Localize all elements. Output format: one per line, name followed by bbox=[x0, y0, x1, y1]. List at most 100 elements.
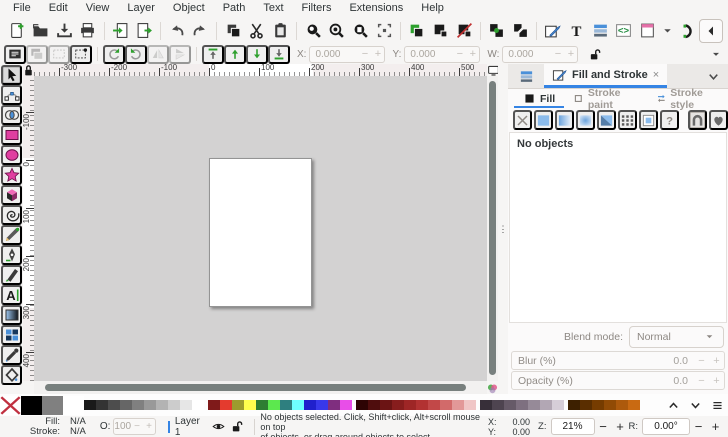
palette-swatch[interactable] bbox=[192, 400, 204, 410]
paint-mesh-button[interactable] bbox=[618, 110, 637, 130]
palette-swatch[interactable] bbox=[156, 400, 168, 410]
export-button[interactable] bbox=[132, 19, 156, 43]
vertical-scrollbar-thumb[interactable] bbox=[489, 81, 496, 375]
zoom-input[interactable]: 21% bbox=[551, 418, 595, 435]
pct-increment[interactable]: + bbox=[709, 375, 724, 387]
calligraphy-tool-button[interactable] bbox=[1, 265, 22, 285]
text-dialog-button[interactable]: T bbox=[565, 19, 589, 43]
save-document-button[interactable] bbox=[52, 19, 76, 43]
palette-swatch[interactable] bbox=[492, 400, 504, 410]
horizontal-scrollbar-thumb[interactable] bbox=[45, 384, 466, 391]
lower-button[interactable] bbox=[246, 45, 268, 64]
rotation-increment[interactable]: + bbox=[707, 419, 724, 434]
opacity-decrement[interactable]: − bbox=[131, 421, 143, 432]
select-all-button[interactable] bbox=[4, 45, 26, 64]
rotation-decrement[interactable]: − bbox=[690, 419, 707, 434]
paint-unknown-button[interactable]: ? bbox=[660, 110, 679, 130]
palette-swatch[interactable] bbox=[580, 400, 592, 410]
paint-radial-gradient-button[interactable] bbox=[576, 110, 595, 130]
ellipse-tool-button[interactable] bbox=[1, 145, 22, 165]
fill-rule-even-odd-button[interactable] bbox=[688, 110, 707, 130]
new-document-button[interactable] bbox=[5, 19, 29, 43]
lock-dimensions-button[interactable] bbox=[588, 48, 601, 61]
palette-swatch[interactable] bbox=[552, 400, 564, 410]
toolbar-overflow-button[interactable] bbox=[710, 48, 722, 60]
palette-swatch[interactable] bbox=[604, 400, 616, 410]
unlink-clone-button[interactable] bbox=[452, 19, 476, 43]
pct-increment[interactable]: + bbox=[709, 355, 724, 367]
pct-decrement[interactable]: − bbox=[694, 375, 709, 387]
rectangle-tool-button[interactable] bbox=[1, 125, 22, 145]
palette-swatch[interactable] bbox=[356, 400, 368, 410]
y-spinbox[interactable]: 0.000−+ bbox=[404, 46, 480, 63]
duplicate-button[interactable] bbox=[405, 19, 429, 43]
x-spinbox[interactable]: 0.000−+ bbox=[309, 46, 385, 63]
paint-swatch-button[interactable] bbox=[639, 110, 658, 130]
opacity-row[interactable]: Opacity (%)0.0−+ bbox=[511, 371, 725, 390]
zoom-selection-button[interactable] bbox=[325, 19, 349, 43]
print-button[interactable] bbox=[76, 19, 100, 43]
fill-stroke-dialog-button[interactable] bbox=[541, 19, 565, 43]
paint-linear-gradient-button[interactable] bbox=[555, 110, 574, 130]
select-all-layers-button[interactable] bbox=[26, 45, 48, 64]
spinbox-increment[interactable]: + bbox=[466, 48, 479, 60]
menu-filters[interactable]: Filters bbox=[293, 1, 341, 16]
zoom-center-page-button[interactable] bbox=[372, 19, 396, 43]
spinbox-decrement[interactable]: − bbox=[358, 48, 371, 60]
tab-stroke-paint[interactable]: Stroke paint bbox=[564, 89, 646, 108]
canvas-area[interactable] bbox=[34, 76, 487, 381]
redo-button[interactable] bbox=[189, 19, 213, 43]
palette-swatch[interactable] bbox=[21, 396, 42, 415]
palette-swatch[interactable] bbox=[63, 396, 84, 415]
palette-swatch[interactable] bbox=[428, 400, 440, 410]
palette-swatch[interactable] bbox=[404, 400, 416, 410]
palette-swatch[interactable] bbox=[96, 400, 108, 410]
undo-button[interactable] bbox=[165, 19, 189, 43]
blend-mode-select[interactable]: Normal bbox=[629, 326, 724, 348]
menu-file[interactable]: File bbox=[4, 1, 40, 16]
zoom-decrement[interactable]: − bbox=[595, 419, 612, 434]
palette-swatch[interactable] bbox=[144, 400, 156, 410]
palette-swatch[interactable] bbox=[568, 400, 580, 410]
palette-swatch[interactable] bbox=[540, 400, 552, 410]
palette-swatch[interactable] bbox=[516, 400, 528, 410]
menu-help[interactable]: Help bbox=[412, 1, 453, 16]
copy-button[interactable] bbox=[221, 19, 245, 43]
tab-fill-and-stroke[interactable]: Fill and Stroke × bbox=[544, 64, 667, 88]
palette-swatch[interactable] bbox=[452, 400, 464, 410]
group-button[interactable] bbox=[485, 19, 509, 43]
spiral-tool-button[interactable] bbox=[1, 205, 22, 225]
pencil-tool-button[interactable] bbox=[1, 225, 22, 245]
no-color-swatch[interactable] bbox=[0, 396, 21, 415]
palette-swatch[interactable] bbox=[416, 400, 428, 410]
fill-value[interactable]: N/A bbox=[70, 417, 86, 427]
paint-none-button[interactable] bbox=[513, 110, 532, 130]
pct-decrement[interactable]: − bbox=[694, 355, 709, 367]
spinbox-decrement[interactable]: − bbox=[551, 48, 564, 60]
horizontal-scrollbar[interactable] bbox=[34, 381, 487, 394]
palette-swatch[interactable] bbox=[464, 400, 476, 410]
palette-menu-button[interactable] bbox=[708, 396, 726, 414]
palette-swatch[interactable] bbox=[368, 400, 380, 410]
menu-extensions[interactable]: Extensions bbox=[340, 1, 412, 16]
menu-text[interactable]: Text bbox=[254, 1, 292, 16]
tab-stroke-style[interactable]: Stroke style bbox=[647, 89, 728, 108]
zoom-increment[interactable]: + bbox=[612, 419, 629, 434]
panel-resize-handle[interactable]: ⋮ bbox=[498, 64, 508, 394]
menu-edit[interactable]: Edit bbox=[40, 1, 77, 16]
shape-builder-tool-button[interactable] bbox=[1, 105, 22, 125]
palette-swatch[interactable] bbox=[340, 400, 352, 410]
layers-dialog-button[interactable] bbox=[588, 19, 612, 43]
stroke-value[interactable]: N/A bbox=[70, 427, 86, 437]
overflow-menu-button[interactable] bbox=[659, 19, 675, 43]
import-button[interactable] bbox=[109, 19, 133, 43]
palette-scroll-down[interactable] bbox=[686, 396, 704, 414]
deselect-button[interactable] bbox=[48, 45, 70, 64]
palette-swatch[interactable] bbox=[616, 400, 628, 410]
layer-lock-toggle[interactable] bbox=[229, 420, 243, 433]
box3d-tool-button[interactable] bbox=[1, 185, 22, 205]
palette-swatch[interactable] bbox=[84, 400, 96, 410]
paint-bucket-tool-button[interactable] bbox=[1, 365, 22, 385]
clone-button[interactable] bbox=[429, 19, 453, 43]
collapse-panel-button[interactable] bbox=[699, 19, 723, 43]
